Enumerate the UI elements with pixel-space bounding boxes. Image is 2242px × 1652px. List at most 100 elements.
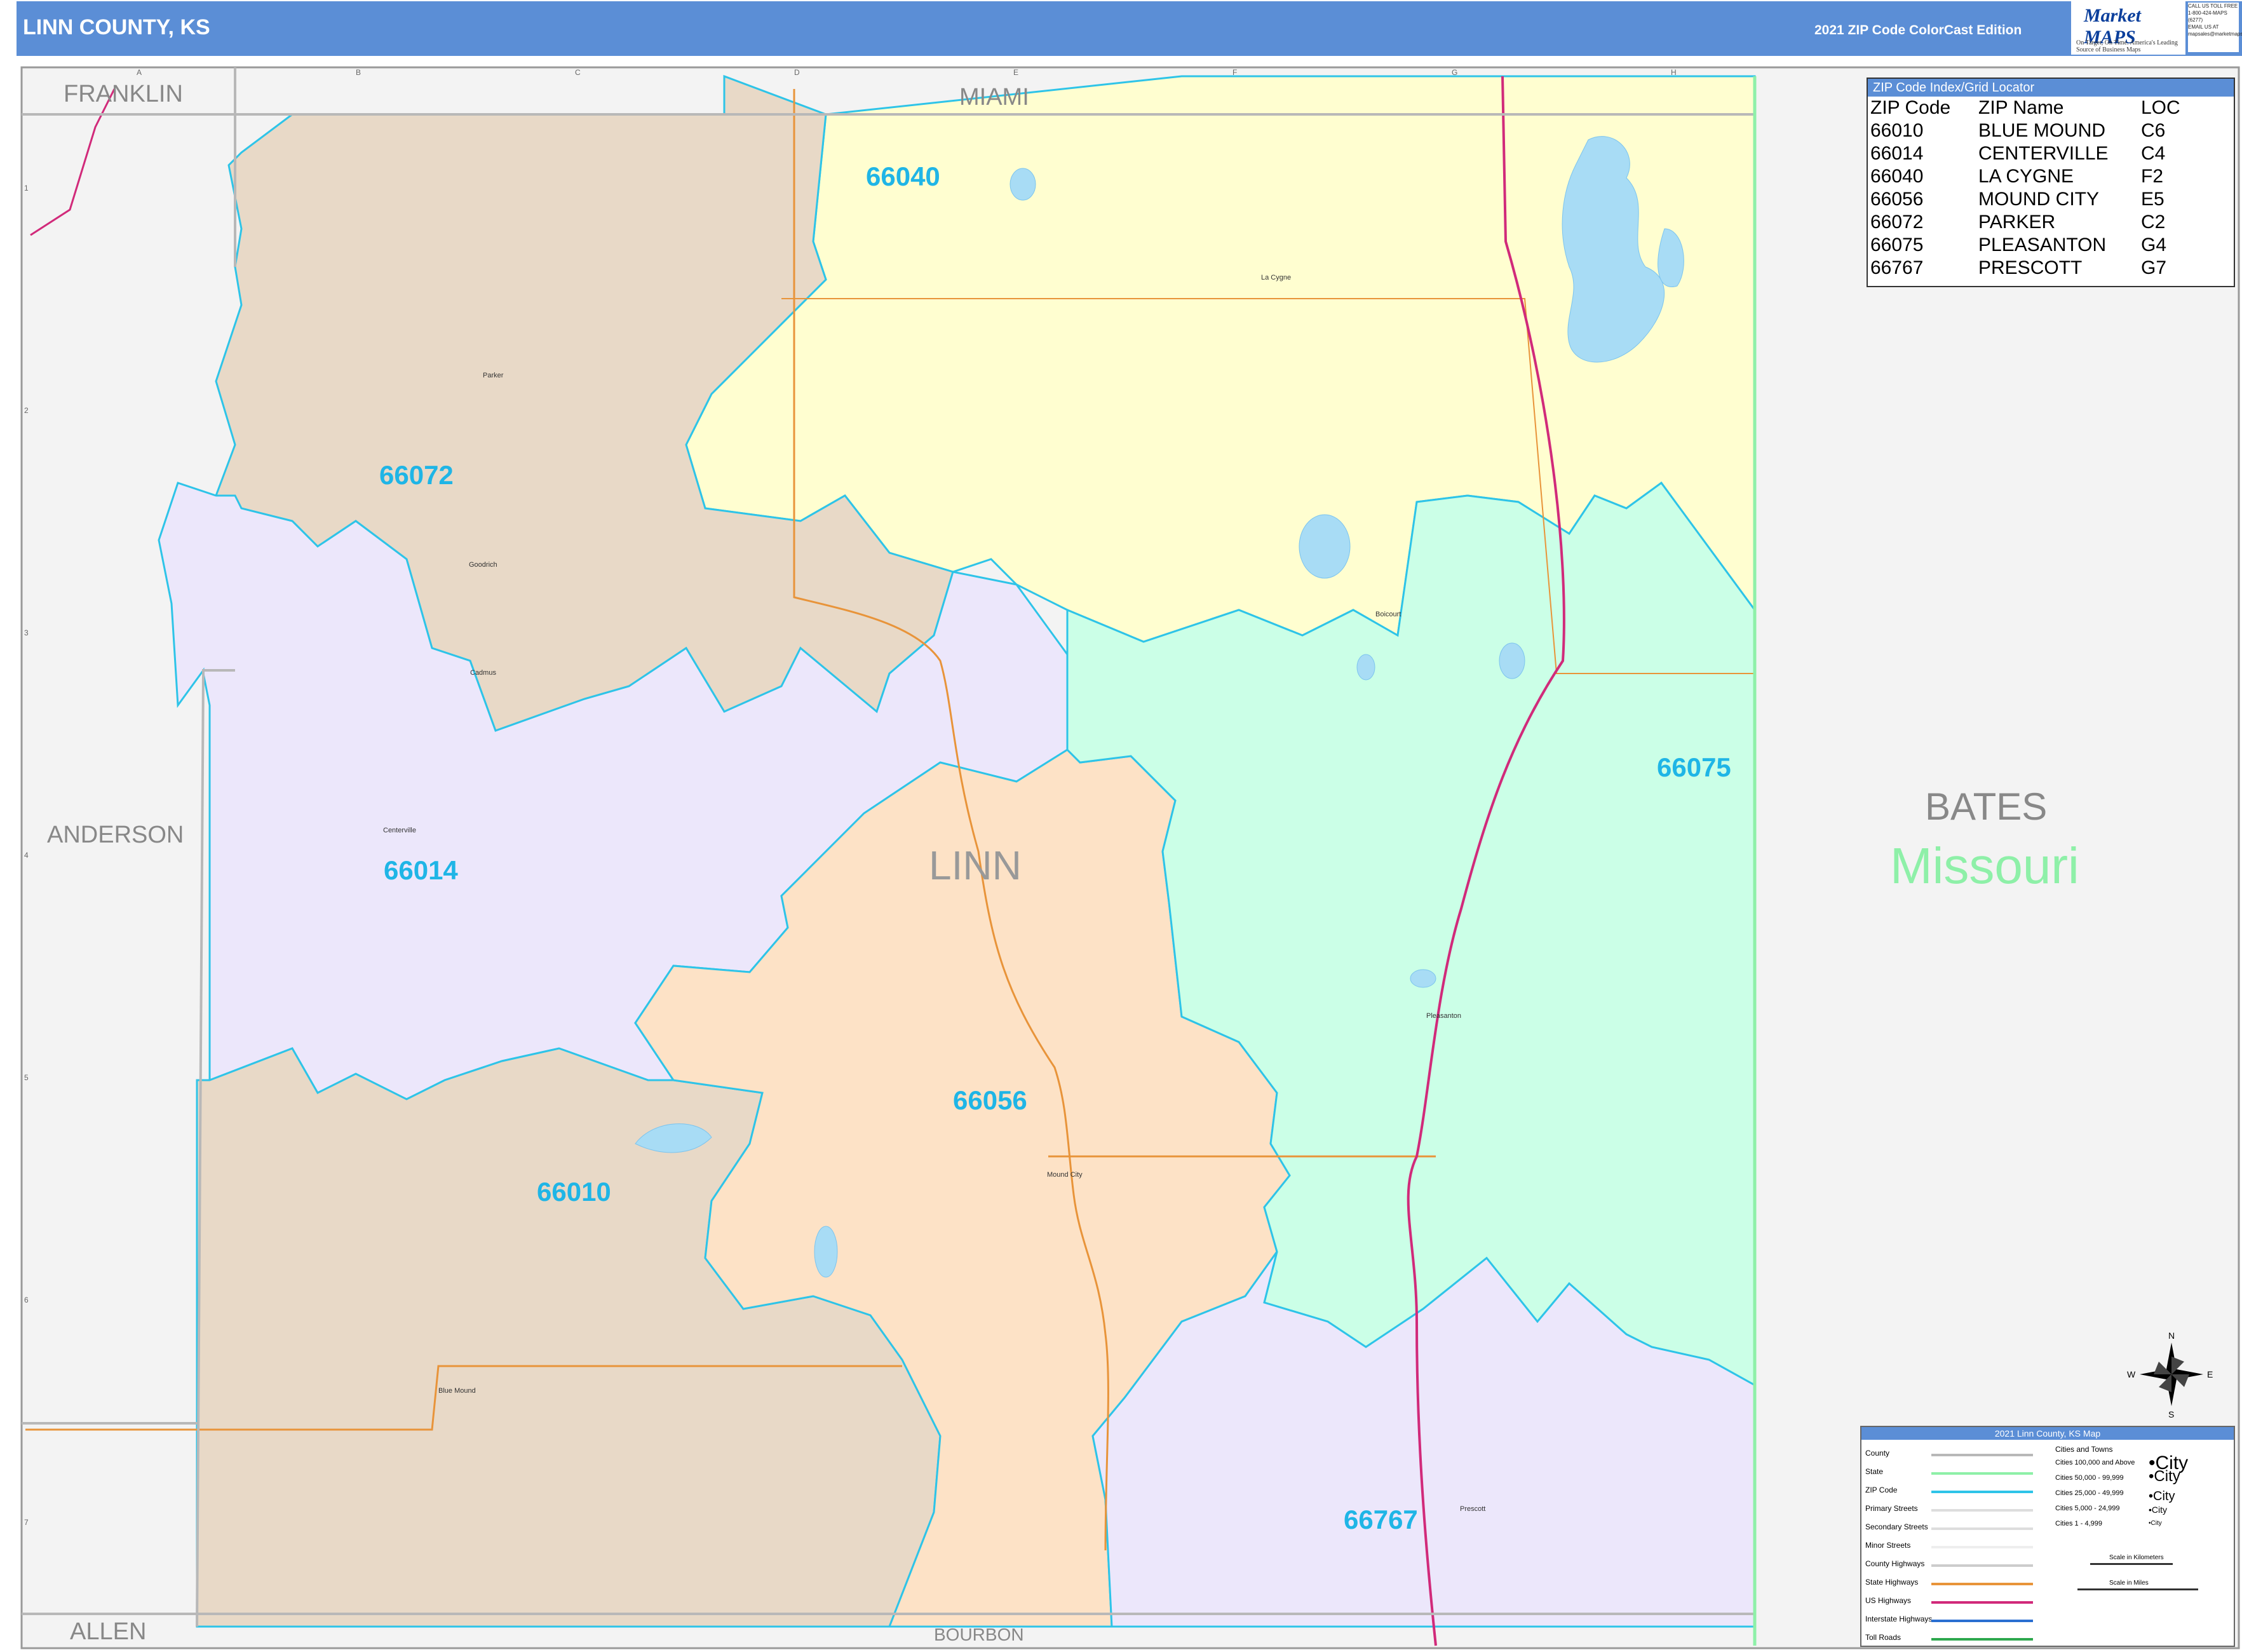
legend-item: Primary Streets xyxy=(1865,1504,1918,1513)
town-blue-mound: Blue Mound xyxy=(438,1387,476,1395)
col-header: ZIP Name xyxy=(1978,97,2064,118)
grid-row-label: 3 xyxy=(24,628,29,637)
county-label-franklin: FRANKLIN xyxy=(64,81,183,107)
zip-index-cell: 66010 xyxy=(1870,120,1924,141)
zip-label-66010: 66010 xyxy=(537,1177,611,1207)
lake xyxy=(814,1226,838,1278)
zip-index-cell: E5 xyxy=(2141,189,2164,210)
legend-swatch xyxy=(1931,1491,2033,1493)
legend-city-class: Cities 1 - 4,999 xyxy=(2055,1520,2102,1527)
legend-item: Minor Streets xyxy=(1865,1541,1911,1550)
zip-index-cell: CENTERVILLE xyxy=(1978,143,2109,164)
col-header: LOC xyxy=(2141,97,2180,118)
legend-city-class: Cities 50,000 - 99,999 xyxy=(2055,1474,2124,1482)
zip-index-row: 66014 CENTERVILLE C4 xyxy=(1868,142,2234,165)
compass-e: E xyxy=(2207,1369,2213,1379)
zip-index-row: 66056 MOUND CITY E5 xyxy=(1868,188,2234,211)
map-legend-title: 2021 Linn County, KS Map xyxy=(1861,1427,2234,1440)
legend-swatch xyxy=(1931,1620,2033,1622)
zip-index-cell: BLUE MOUND xyxy=(1978,120,2106,141)
scale-km-label: Scale in Kilometers xyxy=(2109,1554,2164,1561)
lake xyxy=(1356,654,1375,680)
zip-index-row: 66040 LA CYGNE F2 xyxy=(1868,165,2234,188)
town-cadmus: Cadmus xyxy=(470,669,496,677)
zip-index-cell: 66072 xyxy=(1870,212,1924,233)
county-label-bourbon: BOURBON xyxy=(934,1625,1024,1644)
legend-item: Secondary Streets xyxy=(1865,1522,1928,1531)
zip-index-cell: PARKER xyxy=(1978,212,2056,233)
grid-row-label: 1 xyxy=(24,184,29,193)
legend-city-sample: •City xyxy=(2149,1520,2162,1527)
town-pleasanton: Pleasanton xyxy=(1426,1012,1461,1020)
legend-swatch xyxy=(1931,1527,2033,1530)
cities-header: Cities and Towns xyxy=(2055,1445,2113,1454)
zip-index-header-row: ZIP Code ZIP Name LOC xyxy=(1868,97,2234,119)
compass-w: W xyxy=(2127,1369,2136,1379)
county-label-miami: MIAMI xyxy=(959,84,1029,111)
legend-item: County Highways xyxy=(1865,1559,1925,1568)
town-prescott: Prescott xyxy=(1460,1505,1485,1513)
zip-label-66075: 66075 xyxy=(1657,752,1731,782)
zip-index-table: ZIP Code Index/Grid Locator ZIP Code ZIP… xyxy=(1867,78,2235,287)
zip-index-cell: C2 xyxy=(2141,212,2166,233)
grid-column-label: B xyxy=(356,68,361,77)
legend-swatch xyxy=(1931,1509,2033,1512)
legend-city-class: Cities 5,000 - 24,999 xyxy=(2055,1505,2120,1512)
lake xyxy=(1010,168,1036,201)
zip-index-cell: LA CYGNE xyxy=(1978,166,2074,187)
legend-swatch xyxy=(1931,1454,2033,1456)
town-la-cygne: La Cygne xyxy=(1261,274,1291,281)
zip-index-cell: 66056 xyxy=(1870,189,1924,210)
zip-index-cell: 66075 xyxy=(1870,234,1924,255)
col-header: ZIP Code xyxy=(1870,97,1951,118)
zip-index-cell: C6 xyxy=(2141,120,2166,141)
zip-index-cell: G7 xyxy=(2141,257,2167,278)
grid-row-label: 4 xyxy=(24,851,29,860)
zip-label-66014: 66014 xyxy=(384,855,458,885)
zip-index-cell: PRESCOTT xyxy=(1978,257,2083,278)
county-label-allen: ALLEN xyxy=(70,1618,146,1645)
scale-mi-label: Scale in Miles xyxy=(2109,1580,2149,1587)
legend-city-class: Cities 100,000 and Above xyxy=(2055,1459,2135,1466)
grid-row-label: 5 xyxy=(24,1073,29,1082)
zip-index-cell: C4 xyxy=(2141,143,2166,164)
zip-index-cell: F2 xyxy=(2141,166,2164,187)
legend-city-sample: •City xyxy=(2149,1468,2180,1485)
legend-city-sample: •City xyxy=(2149,1505,2168,1515)
zip-label-66040: 66040 xyxy=(866,161,940,191)
scale-km-bar xyxy=(2090,1563,2173,1565)
lake xyxy=(1410,969,1436,988)
grid-row-label: 7 xyxy=(24,1518,29,1527)
compass-n: N xyxy=(2168,1330,2175,1341)
county-label-anderson: ANDERSON xyxy=(47,822,184,848)
legend-item: Toll Roads xyxy=(1865,1633,1901,1642)
zip-index-row: 66075 PLEASANTON G4 xyxy=(1868,234,2234,257)
lake xyxy=(1499,642,1525,679)
zip-index-cell: MOUND CITY xyxy=(1978,189,2099,210)
legend-swatch xyxy=(1931,1601,2033,1604)
zip-index-cell: 66014 xyxy=(1870,143,1924,164)
zip-label-66767: 66767 xyxy=(1344,1505,1418,1534)
town-centerville: Centerville xyxy=(383,827,416,834)
zip-index-cell: PLEASANTON xyxy=(1978,234,2107,255)
zip-label-66072: 66072 xyxy=(379,460,454,490)
map-legend: 2021 Linn County, KS Map County State ZIP … xyxy=(1860,1426,2235,1647)
zip-index-cell: G4 xyxy=(2141,234,2167,255)
zip-index-row: 66010 BLUE MOUND C6 xyxy=(1868,119,2234,142)
town-mound-city: Mound City xyxy=(1047,1171,1083,1179)
grid-column-label: A xyxy=(137,68,142,77)
scale-mi-bar xyxy=(2077,1588,2198,1590)
lake xyxy=(1299,514,1351,579)
legend-item: US Highways xyxy=(1865,1596,1912,1605)
legend-city-class: Cities 25,000 - 49,999 xyxy=(2055,1489,2124,1497)
legend-swatch xyxy=(1931,1638,2033,1641)
grid-row-label: 2 xyxy=(24,406,29,415)
state-label-missouri: Missouri xyxy=(1890,837,2079,894)
town-boicourt: Boicourt xyxy=(1375,611,1401,618)
county-label-linn: LINN xyxy=(929,843,1022,888)
legend-item: State Highways xyxy=(1865,1578,1919,1587)
town-goodrich: Goodrich xyxy=(469,561,497,569)
legend-swatch xyxy=(1931,1546,2033,1548)
town-parker: Parker xyxy=(483,372,504,379)
zip-index-cell: 66767 xyxy=(1870,257,1924,278)
